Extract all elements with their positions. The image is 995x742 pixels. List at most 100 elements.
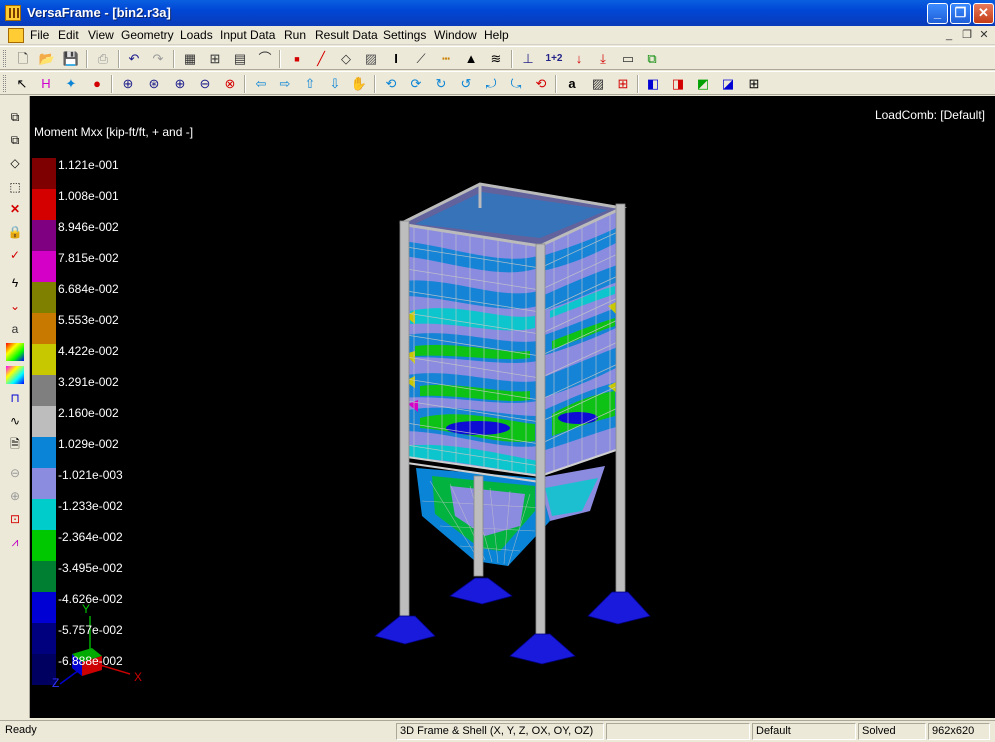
- menu-edit[interactable]: Edit: [58, 28, 79, 42]
- document-icon[interactable]: [8, 28, 24, 43]
- annotation-icon[interactable]: a: [6, 320, 24, 338]
- deflection-icon[interactable]: ⌄: [6, 297, 24, 315]
- pan-up-icon[interactable]: ⇧: [301, 75, 319, 93]
- legend-value: -4.626e-002: [58, 592, 123, 606]
- select-point-icon[interactable]: ●: [88, 75, 106, 93]
- window-crossing-icon[interactable]: ⧉: [6, 131, 24, 149]
- lightning-icon[interactable]: ϟ: [6, 274, 24, 292]
- view-iso-icon[interactable]: ◪: [719, 75, 737, 93]
- diagram-icon[interactable]: ⊞: [614, 75, 632, 93]
- select-member-icon[interactable]: H: [37, 75, 55, 93]
- arc-icon[interactable]: ⌒: [256, 50, 274, 68]
- new-file-icon[interactable]: 🗋: [14, 50, 32, 68]
- open-folder-icon[interactable]: 📂: [38, 50, 56, 68]
- box-select-icon[interactable]: ⬚: [6, 178, 24, 196]
- mesh-icon[interactable]: ▤: [231, 50, 249, 68]
- zoom-window-icon[interactable]: ⊕: [119, 75, 137, 93]
- menu-loads[interactable]: Loads: [180, 28, 213, 42]
- menu-settings[interactable]: Settings: [383, 28, 426, 42]
- toolbar-grip[interactable]: [3, 75, 6, 92]
- pan-left-icon[interactable]: ⇦: [252, 75, 270, 93]
- text-tool-icon[interactable]: I: [387, 50, 405, 68]
- spring-icon[interactable]: ≋: [487, 50, 505, 68]
- mdi-restore-button[interactable]: ❐: [960, 29, 974, 42]
- load-case-icon[interactable]: ▭: [619, 50, 637, 68]
- color-labels-icon[interactable]: [6, 366, 24, 384]
- node-numbers-icon[interactable]: ⊥: [519, 50, 537, 68]
- point-load-icon[interactable]: ↓: [570, 50, 588, 68]
- load-combination-icon[interactable]: ⧉: [643, 50, 661, 68]
- check-icon[interactable]: ✓: [6, 246, 24, 264]
- report-icon[interactable]: 🗎: [6, 435, 24, 453]
- redo-icon[interactable]: ↷: [149, 50, 167, 68]
- menu-help[interactable]: Help: [484, 28, 509, 42]
- lock-icon[interactable]: 🔒: [6, 223, 24, 241]
- graph-icon[interactable]: ⩘: [6, 533, 24, 551]
- labels-icon[interactable]: a: [563, 75, 581, 93]
- legend-value: -2.364e-002: [58, 530, 123, 544]
- menu-run[interactable]: Run: [284, 28, 306, 42]
- eraser-icon[interactable]: ◇: [6, 154, 24, 172]
- menu-file[interactable]: File: [30, 28, 49, 42]
- undo-icon[interactable]: ↶: [125, 50, 143, 68]
- distributed-load-icon[interactable]: ⤓: [594, 50, 612, 68]
- legend-row: -2.364e-002: [32, 530, 192, 561]
- zoom-out-icon[interactable]: ⊖: [196, 75, 214, 93]
- curve-icon[interactable]: ∿: [6, 412, 24, 430]
- delete-icon[interactable]: ✕: [6, 200, 24, 218]
- back-icon[interactable]: ⊖: [6, 464, 24, 482]
- toolbar-grip[interactable]: [3, 50, 6, 67]
- dimension-icon[interactable]: ⟋: [412, 50, 430, 68]
- color-contour-icon[interactable]: [6, 343, 24, 361]
- rotate-z-reverse-icon[interactable]: ⤿: [507, 75, 525, 93]
- legend-swatch: [32, 499, 56, 530]
- rotate-y-icon[interactable]: ↻: [432, 75, 450, 93]
- frame-view-icon[interactable]: ⊓: [6, 389, 24, 407]
- mdi-minimize-button[interactable]: _: [942, 29, 956, 42]
- menu-window[interactable]: Window: [434, 28, 477, 42]
- release-icon[interactable]: ┅: [437, 50, 455, 68]
- support-icon[interactable]: ▲: [462, 50, 480, 68]
- menu-result-data[interactable]: Result Data: [315, 28, 378, 42]
- minimize-button[interactable]: _: [927, 3, 948, 24]
- menu-view[interactable]: View: [88, 28, 114, 42]
- restore-button[interactable]: ❐: [950, 3, 971, 24]
- rotate-x-reverse-icon[interactable]: ⟳: [407, 75, 425, 93]
- contour-icon[interactable]: ▨: [589, 75, 607, 93]
- pan-down-icon[interactable]: ⇩: [326, 75, 344, 93]
- rotate-z-icon[interactable]: ⤾: [482, 75, 500, 93]
- zoom-previous-icon[interactable]: ⊗: [221, 75, 239, 93]
- axis-z-label: Z: [52, 676, 60, 690]
- zoom-in-icon[interactable]: ⊕: [171, 75, 189, 93]
- forward-icon[interactable]: ⊕: [6, 487, 24, 505]
- numbering-icon[interactable]: 1+2: [543, 50, 565, 68]
- pan-hand-icon[interactable]: ✋: [350, 75, 368, 93]
- model-viewport[interactable]: Moment Mxx [kip-ft/ft, + and -] LoadComb…: [30, 96, 995, 718]
- view-top-icon[interactable]: ◩: [694, 75, 712, 93]
- hatch-icon[interactable]: ▨: [362, 50, 380, 68]
- window-select-icon[interactable]: ⧉: [6, 108, 24, 126]
- node-icon[interactable]: ■: [288, 50, 306, 68]
- mdi-close-button[interactable]: ✕: [977, 29, 991, 42]
- view-front-icon[interactable]: ◧: [644, 75, 662, 93]
- zoom-extents-icon[interactable]: ⊛: [145, 75, 163, 93]
- reset-view-icon[interactable]: ⟲: [532, 75, 550, 93]
- rotate-x-icon[interactable]: ⟲: [382, 75, 400, 93]
- plate-icon[interactable]: ◇: [337, 50, 355, 68]
- grid-icon[interactable]: ▦: [181, 50, 199, 68]
- frame-icon[interactable]: ⊞: [745, 75, 763, 93]
- menu-input-data[interactable]: Input Data: [220, 28, 275, 42]
- close-button[interactable]: ✕: [973, 3, 994, 24]
- crop-icon[interactable]: ⊡: [6, 510, 24, 528]
- print-icon[interactable]: ⎙: [94, 50, 112, 68]
- view-side-icon[interactable]: ◨: [669, 75, 687, 93]
- menu-geometry[interactable]: Geometry: [121, 28, 174, 42]
- save-icon[interactable]: 💾: [62, 50, 80, 68]
- rotate-y-reverse-icon[interactable]: ↺: [457, 75, 475, 93]
- pan-right-icon[interactable]: ⇨: [276, 75, 294, 93]
- select-node-icon[interactable]: ✦: [62, 75, 80, 93]
- table-icon[interactable]: ⊞: [206, 50, 224, 68]
- member-icon[interactable]: ╱: [312, 50, 330, 68]
- select-pointer-icon[interactable]: ↖: [13, 75, 31, 93]
- app-icon[interactable]: [5, 5, 21, 21]
